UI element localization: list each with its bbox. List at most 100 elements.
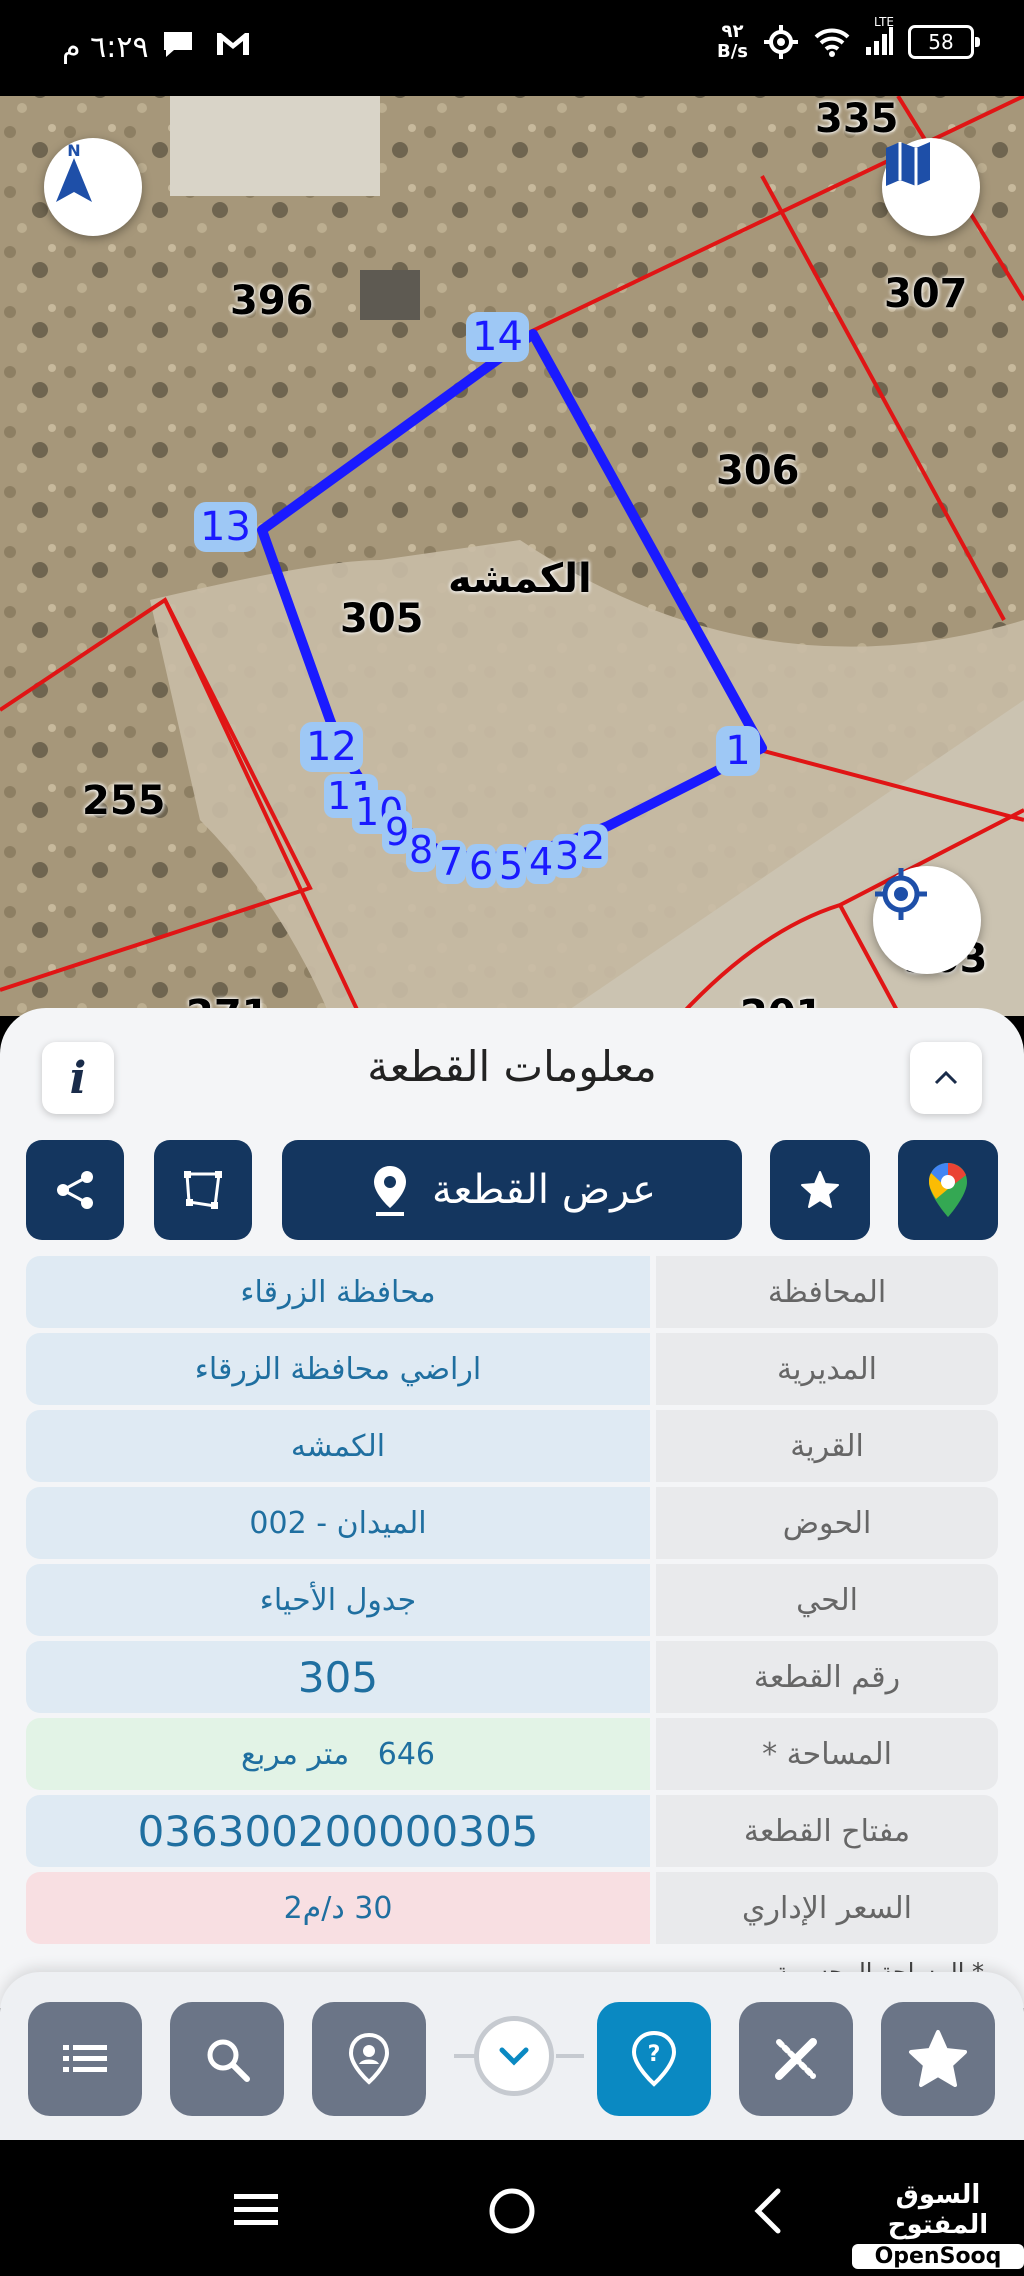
status-right-group: ٩٢ B/s LTE 58: [717, 15, 980, 62]
list-button[interactable]: [28, 2002, 142, 2116]
chevron-up-icon: [934, 1070, 958, 1085]
locate-me-icon: [875, 868, 927, 920]
star-icon: [801, 1171, 839, 1208]
governorate-value: محافظة الزرقاء: [26, 1256, 650, 1328]
show-parcel-label: عرض القطعة: [431, 1167, 657, 1213]
back-icon[interactable]: [750, 2186, 786, 2236]
north-arrow-icon: N: [56, 141, 92, 202]
district-label: الحي: [656, 1564, 998, 1636]
list-icon: [63, 2045, 107, 2072]
parcel-label-307: 307: [884, 271, 968, 317]
info-button[interactable]: i: [42, 1042, 114, 1114]
parcel-label-255: 255: [82, 778, 166, 824]
brand-arabic: السوق المفتوح: [887, 2180, 989, 2240]
info-icon: i: [69, 1052, 87, 1104]
favorites-button[interactable]: [881, 2002, 995, 2116]
signal-group: LTE: [864, 15, 894, 61]
collapse-sheet-button[interactable]: [910, 1042, 982, 1114]
vertex-14: 14: [466, 312, 529, 362]
status-time: ٦:٢٩ م: [62, 30, 149, 65]
notification-icons: [160, 28, 252, 60]
parcel-number-value: 305: [26, 1641, 650, 1713]
table-row: 036300200000305 مفتاح القطعة: [26, 1795, 998, 1867]
google-maps-button[interactable]: [898, 1140, 998, 1240]
vertex-1: 1: [716, 726, 760, 776]
locate-me-button[interactable]: [873, 866, 981, 974]
search-button[interactable]: [170, 2002, 284, 2116]
parcel-label-396: 396: [230, 278, 314, 324]
favorite-star-icon: [909, 2030, 967, 2087]
menu-icon[interactable]: [232, 2190, 280, 2230]
parcel-number-label: رقم القطعة: [656, 1641, 998, 1713]
favorite-button[interactable]: [770, 1140, 870, 1240]
share-icon: [57, 1171, 93, 1209]
system-navigation-bar: السوق المفتوح OpenSooq: [0, 2140, 1024, 2276]
vertex-7: 7: [436, 840, 467, 884]
vertex-8: 8: [406, 828, 437, 872]
basin-label: الحوض: [656, 1487, 998, 1559]
vertex-6: 6: [466, 844, 497, 888]
search-icon: [207, 2039, 250, 2082]
wifi-icon: [814, 28, 850, 57]
nav-connector-right: [556, 2054, 584, 2058]
map-view[interactable]: 335 396 307 306 305 255 303 201 271 الكم…: [0, 96, 1024, 1016]
vertex-5: 5: [496, 844, 527, 888]
village-label: الكمشه: [448, 556, 592, 602]
north-button[interactable]: N: [44, 138, 142, 236]
district-value: جدول الأحياء: [26, 1564, 650, 1636]
table-row: اراضي محافظة الزرقاء المديرية: [26, 1333, 998, 1405]
svg-text:N: N: [67, 141, 80, 160]
table-row: 646 متر مربع المساحة *: [26, 1718, 998, 1790]
sheet-title: معلومات القطعة: [367, 1042, 657, 1091]
help-icon: ?: [631, 2030, 677, 2087]
help-button[interactable]: ?: [597, 2002, 711, 2116]
bottom-nav: ?: [0, 1972, 1024, 2140]
parcel-label-335: 335: [815, 96, 899, 142]
network-type: LTE: [874, 15, 894, 29]
map-pin-icon: [373, 1166, 406, 1216]
opensooq-watermark: السوق المفتوح OpenSooq: [852, 2180, 1024, 2269]
google-maps-icon: [929, 1163, 967, 1217]
area-label: المساحة *: [656, 1718, 998, 1790]
map-layers-button[interactable]: [882, 138, 980, 236]
table-row: جدول الأحياء الحي: [26, 1564, 998, 1636]
vertex-2: 2: [578, 824, 609, 868]
action-row: عرض القطعة: [0, 1140, 1024, 1240]
gmail-icon: [217, 33, 249, 55]
tools-button[interactable]: [739, 2002, 853, 2116]
basin-value: الميدان - 002: [26, 1487, 650, 1559]
table-row: الكمشه القرية: [26, 1410, 998, 1482]
share-button[interactable]: [26, 1140, 124, 1240]
location-icon: [764, 25, 798, 59]
directorate-label: المديرية: [656, 1333, 998, 1405]
table-row: محافظة الزرقاء المحافظة: [26, 1256, 998, 1328]
show-parcel-button[interactable]: عرض القطعة: [282, 1140, 742, 1240]
home-icon[interactable]: [487, 2186, 537, 2236]
my-places-button[interactable]: [312, 2002, 426, 2116]
parcel-shape-button[interactable]: [154, 1140, 252, 1240]
place-pin-icon: [348, 2032, 390, 2085]
parcel-key-value: 036300200000305: [26, 1795, 650, 1867]
admin-price-value: 30 د/م2: [26, 1872, 650, 1944]
admin-price-label: السعر الإداري: [656, 1872, 998, 1944]
vertex-chain: 11 10 9 8 7 6 5 4 3 2: [314, 764, 614, 934]
toggle-sheet-button[interactable]: [474, 2016, 554, 2096]
vertex-13: 13: [194, 502, 257, 552]
parcel-key-label: مفتاح القطعة: [656, 1795, 998, 1867]
parcel-info-sheet: i معلومات القطعة عرض القطعة محافظة الزرق…: [0, 1008, 1024, 2008]
village-label-cell: القرية: [656, 1410, 998, 1482]
directorate-value: اراضي محافظة الزرقاء: [26, 1333, 650, 1405]
map-layers-icon: [886, 142, 930, 186]
parcel-info-table: محافظة الزرقاء المحافظة اراضي محافظة الز…: [26, 1256, 998, 1949]
building: [170, 96, 380, 196]
table-row: 305 رقم القطعة: [26, 1641, 998, 1713]
status-bar: ٦:٢٩ م ٩٢ B/s LTE 58: [0, 0, 1024, 96]
parcel-label-305: 305: [340, 596, 424, 642]
svg-text:?: ?: [648, 2042, 661, 2067]
building-small: [360, 270, 420, 320]
battery-indicator: 58: [908, 25, 980, 59]
table-row: 30 د/م2 السعر الإداري: [26, 1872, 998, 1944]
chat-bubble-icon: [164, 32, 192, 57]
polygon-shape-icon: [184, 1171, 222, 1209]
chevron-down-icon: [499, 2047, 529, 2066]
